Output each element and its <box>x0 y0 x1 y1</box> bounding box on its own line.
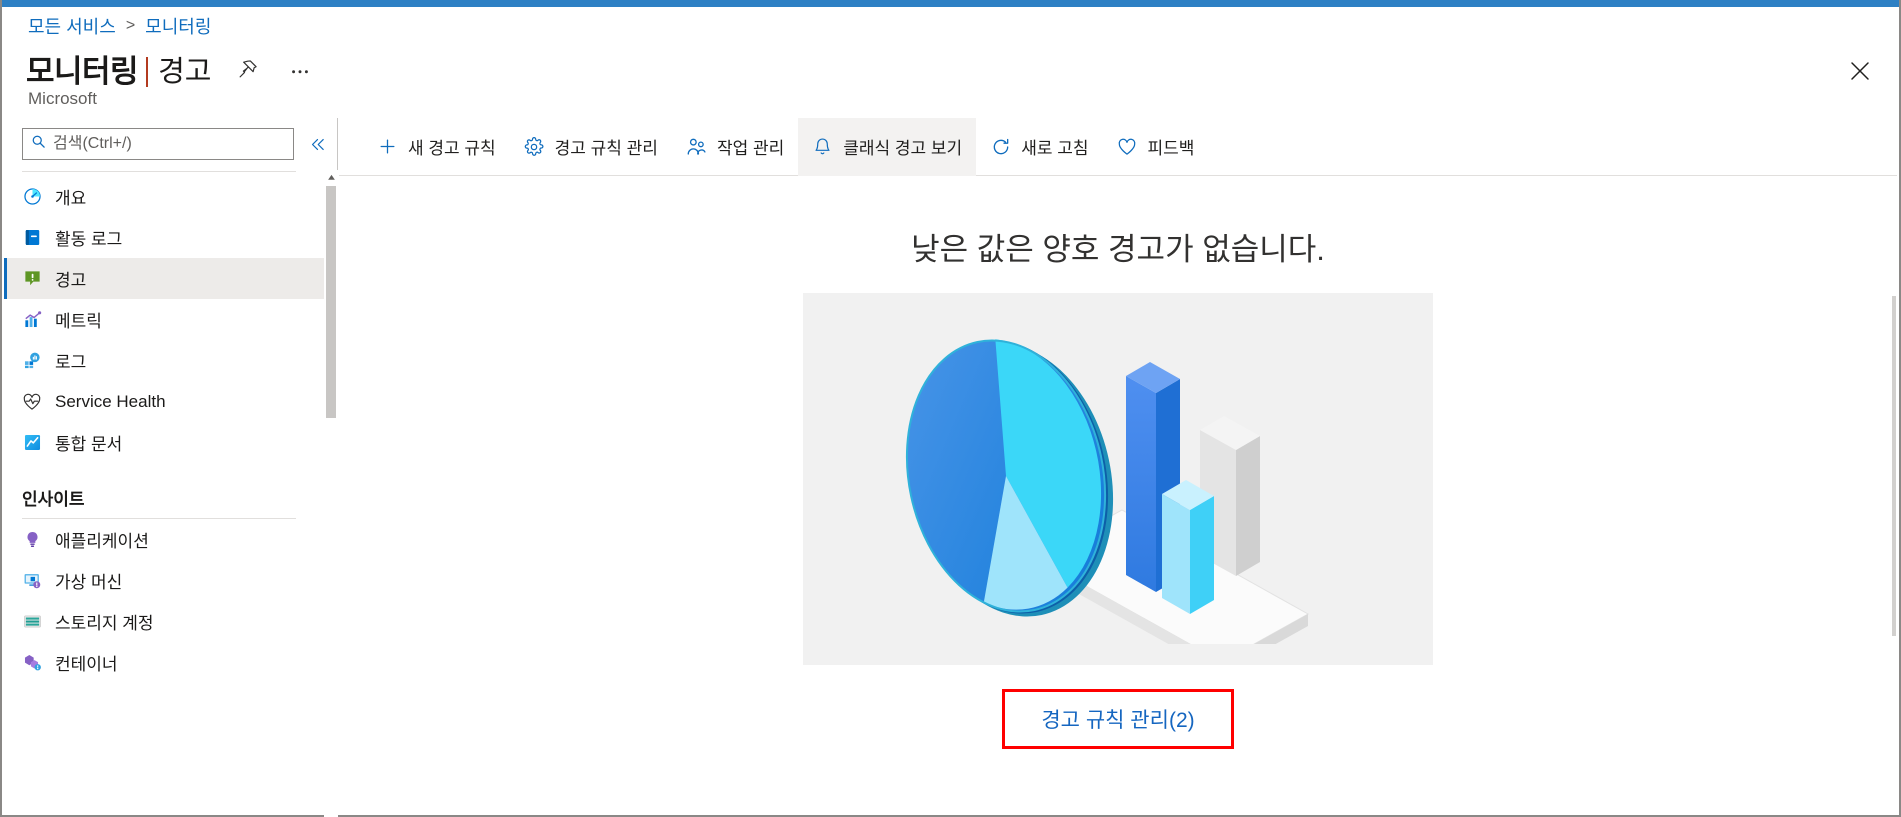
sidebar-item-label: 가상 머신 <box>55 573 123 592</box>
page-title-section: 경고 <box>158 55 212 88</box>
sidebar-scrollbar[interactable] <box>324 170 338 817</box>
page-subtitle: Microsoft <box>28 89 97 108</box>
toolbar-button-label: 작업 관리 <box>716 139 785 158</box>
sidebar-item-label: 로그 <box>55 353 87 372</box>
command-toolbar: 새 경고 규칙 경고 규칙 관리 작업 관리 클래식 경고 보기 새로 고침 피… <box>339 117 1897 176</box>
toolbar-button-label: 경고 규칙 관리 <box>554 139 658 158</box>
sidebar-item-metrics[interactable]: 메트릭 <box>4 299 324 340</box>
sidebar-item-alerts[interactable]: 경고 <box>4 258 324 299</box>
nav-divider <box>22 171 296 172</box>
bell-icon <box>812 136 833 157</box>
application-insights-icon <box>22 530 42 550</box>
sidebar-item-label: 통합 문서 <box>55 435 123 454</box>
heart-pulse-icon <box>22 392 42 412</box>
sidebar-item-label: 컨테이너 <box>55 655 118 674</box>
workbooks-icon <box>22 433 42 453</box>
breadcrumb-separator-icon: > <box>125 17 136 34</box>
toolbar-button-label: 새 경고 규칙 <box>408 139 496 158</box>
empty-state-heading: 낮은 값은 양호 경고가 없습니다. <box>911 232 1325 267</box>
manage-alert-rules-button[interactable]: 경고 규칙 관리 <box>510 118 672 176</box>
sidebar-item-workbooks[interactable]: 통합 문서 <box>4 422 324 463</box>
view-classic-alerts-button[interactable]: 클래식 경고 보기 <box>798 117 977 176</box>
breadcrumb-item-monitoring[interactable]: 모니터링 <box>145 13 211 39</box>
alert-icon <box>22 269 42 289</box>
people-icon <box>686 136 707 157</box>
toolbar-button-label: 클래식 경고 보기 <box>843 139 963 158</box>
new-alert-rule-button[interactable]: 새 경고 규칙 <box>363 118 510 176</box>
sidebar-item-applications[interactable]: 애플리케이션 <box>4 519 324 560</box>
search-input[interactable] <box>53 135 278 153</box>
virtual-machine-icon <box>22 571 42 591</box>
refresh-icon <box>990 136 1011 157</box>
sidebar-item-virtual-machines[interactable]: 가상 머신 <box>4 560 324 601</box>
nav-group-title-insights: 인사이트 <box>22 490 85 509</box>
toolbar-button-label: 피드백 <box>1147 139 1195 158</box>
breadcrumb-item-all-services[interactable]: 모든 서비스 <box>28 13 116 39</box>
logs-icon <box>22 351 42 371</box>
sidebar-item-storage-accounts[interactable]: 스토리지 계정 <box>4 601 324 642</box>
sidebar-item-service-health[interactable]: Service Health <box>4 381 324 422</box>
sidebar-item-logs[interactable]: 로그 <box>4 340 324 381</box>
close-icon[interactable] <box>1841 52 1879 90</box>
page-title-main: 모니터링 <box>26 54 139 89</box>
search-row <box>22 128 328 160</box>
refresh-button[interactable]: 새로 고침 <box>976 118 1102 176</box>
plus-icon <box>377 136 398 157</box>
title-divider <box>146 56 149 87</box>
sidebar-item-activity-log[interactable]: 활동 로그 <box>4 217 324 258</box>
nav-list: 개요 활동 로그 경고 메트릭 로그 Service Health 통합 문서 … <box>4 176 324 816</box>
content-scrollbar[interactable] <box>1891 176 1897 813</box>
manage-actions-button[interactable]: 작업 관리 <box>672 118 798 176</box>
isometric-pie-and-bar-chart-illustration <box>803 293 1433 665</box>
gear-icon <box>524 136 545 157</box>
empty-state: 낮은 값은 양호 경고가 없습니다. 경고 규칙 관리(2) <box>339 176 1897 749</box>
container-icon <box>22 653 42 673</box>
breadcrumb: 모든 서비스 > 모니터링 <box>28 13 211 39</box>
metrics-chart-icon <box>22 310 42 330</box>
sidebar-item-label: 애플리케이션 <box>55 532 149 551</box>
sidebar-item-overview[interactable]: 개요 <box>4 176 324 217</box>
azure-monitor-alerts-blade: 모든 서비스 > 모니터링 모니터링 경고 Microsoft 검색(Ctrl+… <box>0 0 1901 817</box>
activity-log-icon <box>22 228 42 248</box>
sidebar-scrollbar-thumb[interactable] <box>326 186 336 418</box>
content-scrollbar-thumb[interactable] <box>1892 296 1896 636</box>
page-title: 모니터링 경고 <box>26 46 315 91</box>
manage-alert-rules-link-highlight: 경고 규칙 관리(2) <box>1002 689 1234 749</box>
left-navigation-pane: 개요 활동 로그 <box>4 118 338 817</box>
sidebar-item-label: 스토리지 계정 <box>55 614 154 633</box>
content-pane: 새 경고 규칙 경고 규칙 관리 작업 관리 클래식 경고 보기 새로 고침 피… <box>339 117 1897 813</box>
toolbar-button-label: 새로 고침 <box>1021 139 1089 158</box>
ellipsis-icon[interactable] <box>285 54 315 84</box>
sidebar-item-label: 개요 <box>55 189 87 208</box>
search-icon <box>31 134 46 154</box>
sidebar-item-label: Service Health <box>55 391 166 411</box>
heart-icon <box>1116 136 1137 157</box>
window-accent-bar <box>2 0 1899 7</box>
scroll-up-arrow-icon[interactable] <box>324 170 338 184</box>
manage-alert-rules-link[interactable]: 경고 규칙 관리(2) <box>1041 709 1194 732</box>
feedback-button[interactable]: 피드백 <box>1102 118 1208 176</box>
storage-account-icon <box>22 612 42 632</box>
overview-gauge-icon <box>22 187 42 207</box>
sidebar-item-containers[interactable]: 컨테이너 <box>4 642 324 683</box>
chevron-double-left-icon[interactable] <box>306 133 328 155</box>
pin-icon[interactable] <box>233 54 263 84</box>
search-box[interactable] <box>22 128 294 160</box>
sidebar-item-label: 활동 로그 <box>55 230 123 249</box>
sidebar-item-label: 메트릭 <box>55 312 102 331</box>
sidebar-item-label: 경고 <box>55 271 87 290</box>
